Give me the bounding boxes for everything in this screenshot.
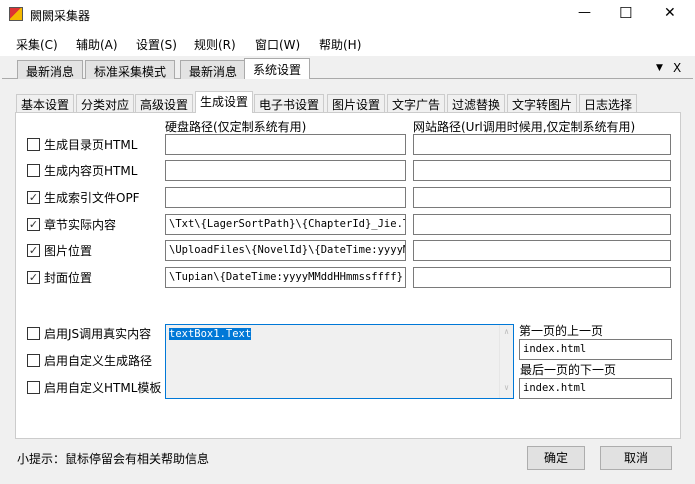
tab-standard-collect[interactable]: 标准采集模式 — [85, 60, 176, 79]
custom-html-template-label: 启用自定义HTML模板 — [44, 381, 162, 395]
subtab-basic[interactable]: 基本设置 — [16, 94, 75, 112]
row-label: 生成内容页HTML — [44, 164, 138, 178]
row-checkbox[interactable] — [27, 138, 40, 151]
web-path-input[interactable] — [413, 214, 671, 235]
disk-path-input[interactable] — [165, 160, 406, 181]
disk-path-header: 硬盘路径(仅定制系统有用) — [165, 120, 307, 134]
menu-help[interactable]: 帮助(H) — [319, 36, 361, 53]
menu-window[interactable]: 窗口(W) — [255, 36, 300, 53]
template-textarea[interactable]: textBox1.Text ∧ ∨ — [165, 324, 514, 399]
window-title: 闕闕采集器 — [30, 9, 91, 23]
tab-system-settings[interactable]: 系统设置 — [244, 58, 311, 79]
row-checkbox[interactable]: ✓ — [27, 244, 40, 257]
disk-path-input[interactable]: \Txt\{LagerSortPath}\{ChapterId}_Jie.Txt — [165, 214, 406, 235]
menu-assist[interactable]: 辅助(A) — [76, 36, 118, 53]
subtab-filter[interactable]: 过滤替换 — [447, 94, 506, 112]
cancel-button[interactable]: 取消 — [600, 446, 672, 470]
close-button[interactable]: ✕ — [664, 5, 676, 21]
row-checkbox[interactable]: ✓ — [27, 191, 40, 204]
custom-html-template-checkbox[interactable] — [27, 381, 40, 394]
js-real-content-label: 启用JS调用真实内容 — [44, 327, 152, 341]
web-path-input[interactable] — [413, 240, 671, 261]
disk-path-input[interactable]: \Tupian\{DateTime:yyyyMMddHHmmssffff}.jp… — [165, 267, 406, 288]
disk-path-input[interactable]: \UploadFiles\{NovelId}\{DateTime:yyyyMMd… — [165, 240, 406, 261]
title-bar: 闕闕采集器 — ☐ ✕ — [0, 0, 695, 30]
textarea-selected-text: textBox1.Text — [169, 328, 252, 340]
last-next-input[interactable]: index.html — [519, 378, 672, 399]
row-label: 封面位置 — [44, 271, 93, 285]
web-path-input[interactable] — [413, 160, 671, 181]
ok-button[interactable]: 确定 — [527, 446, 585, 470]
menu-rules[interactable]: 规则(R) — [194, 36, 236, 53]
tab-latest-news-1[interactable]: 最新消息 — [17, 60, 84, 79]
disk-path-input[interactable] — [165, 134, 406, 155]
maximize-button[interactable]: ☐ — [619, 4, 632, 22]
row-label: 生成目录页HTML — [44, 138, 138, 152]
row-checkbox[interactable] — [27, 164, 40, 177]
first-prev-label: 第一页的上一页 — [519, 324, 604, 338]
subtab-generate[interactable]: 生成设置 — [195, 91, 254, 113]
subtab-image[interactable]: 图片设置 — [327, 94, 386, 112]
row-checkbox[interactable]: ✓ — [27, 271, 40, 284]
subtab-ebook[interactable]: 电子书设置 — [254, 94, 325, 112]
subtab-log[interactable]: 日志选择 — [579, 94, 638, 112]
row-label: 图片位置 — [44, 244, 93, 258]
tab-close-icon[interactable]: X — [673, 61, 681, 75]
app-icon — [9, 7, 23, 21]
tab-dropdown-icon[interactable]: ▼ — [656, 63, 663, 73]
custom-path-checkbox[interactable] — [27, 354, 40, 367]
web-path-input[interactable] — [413, 187, 671, 208]
web-path-input[interactable] — [413, 267, 671, 288]
web-path-input[interactable] — [413, 134, 671, 155]
tab-latest-news-2[interactable]: 最新消息 — [180, 60, 247, 79]
subtab-text-ad[interactable]: 文字广告 — [387, 94, 446, 112]
web-path-header: 网站路径(Url调用时候用,仅定制系统有用) — [413, 120, 636, 134]
menu-bar: 采集(C) 辅助(A) 设置(S) 规则(R) 窗口(W) 帮助(H) — [0, 30, 695, 56]
hint-text: 小提示：鼠标停留会有相关帮助信息 — [17, 452, 210, 466]
minimize-button[interactable]: — — [578, 5, 591, 20]
subtab-category[interactable]: 分类对应 — [76, 94, 135, 112]
last-next-label: 最后一页的下一页 — [520, 363, 617, 377]
subtab-text-to-image[interactable]: 文字转图片 — [507, 94, 578, 112]
textarea-scrollbar[interactable]: ∧ ∨ — [499, 325, 513, 398]
subtab-advanced[interactable]: 高级设置 — [135, 94, 194, 112]
custom-path-label: 启用自定义生成路径 — [44, 354, 153, 368]
row-label: 章节实际内容 — [44, 218, 117, 232]
first-prev-input[interactable]: index.html — [519, 339, 672, 360]
js-real-content-checkbox[interactable] — [27, 327, 40, 340]
row-label: 生成索引文件OPF — [44, 191, 140, 205]
disk-path-input[interactable] — [165, 187, 406, 208]
menu-settings[interactable]: 设置(S) — [136, 36, 177, 53]
row-checkbox[interactable]: ✓ — [27, 218, 40, 231]
menu-collect[interactable]: 采集(C) — [16, 36, 58, 53]
